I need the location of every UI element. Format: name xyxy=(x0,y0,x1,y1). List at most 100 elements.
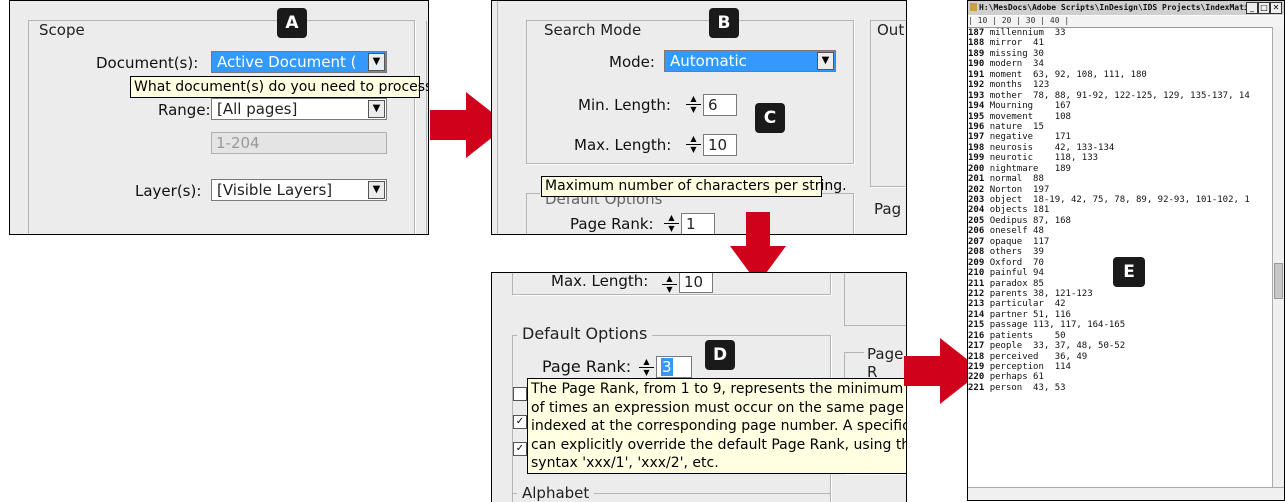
line-number: 212 xyxy=(968,288,985,299)
line-number: 216 xyxy=(968,330,985,341)
default-options-title: Default Options xyxy=(517,325,653,343)
line-text: modern 34 xyxy=(989,59,1044,70)
minimize-icon[interactable]: _ xyxy=(1246,2,1258,14)
scrollbar-thumb[interactable] xyxy=(1274,263,1283,299)
line-text: people 33, 37, 48, 50-52 xyxy=(989,341,1126,352)
chevron-down-icon[interactable]: ▼ xyxy=(817,52,834,70)
text-line: 188 mirror 41 xyxy=(968,38,1272,48)
pages-field: 1-204 xyxy=(211,132,387,154)
text-line: 194 Mourning 167 xyxy=(968,101,1272,111)
panel-search-mode: Search Mode Out Mode: Automatic ▼ Min. L… xyxy=(491,0,907,235)
line-number: 210 xyxy=(968,268,985,279)
scope-title: Scope xyxy=(34,21,90,39)
range-value: [All pages] xyxy=(217,100,298,118)
page-rank-stepper[interactable]: ▲ ▼ xyxy=(664,213,679,234)
range-label: Range: xyxy=(158,101,211,119)
mode-dropdown[interactable]: Automatic ▼ xyxy=(664,50,836,72)
text-line: 205 Oedipus 87, 168 xyxy=(968,216,1272,226)
line-text: mirror 41 xyxy=(989,38,1044,49)
line-number: 192 xyxy=(968,80,985,91)
page-rank-value: 3 xyxy=(661,358,673,376)
line-number: 218 xyxy=(968,351,985,362)
max-length-input[interactable]: 10 xyxy=(703,134,737,156)
line-text: patients 50 xyxy=(989,330,1066,341)
line-number: 208 xyxy=(968,247,985,258)
option-checkbox[interactable]: ✓ xyxy=(513,415,527,429)
text-line: 206 oneself 48 xyxy=(968,226,1272,236)
badge-d: D xyxy=(705,340,735,370)
mode-value: Automatic xyxy=(670,52,747,70)
document-dropdown[interactable]: Active Document ( ▼ xyxy=(211,51,387,73)
text-line: 217 people 33, 37, 48, 50-52 xyxy=(968,341,1272,351)
line-number: 193 xyxy=(968,90,985,101)
max-length-input[interactable]: 10 xyxy=(679,273,713,293)
line-text: months 123 xyxy=(989,80,1050,91)
line-text: objects 181 xyxy=(989,205,1050,216)
close-icon[interactable]: ✕ xyxy=(1270,2,1282,14)
text-line: 195 movement 108 xyxy=(968,112,1272,122)
line-text: moment 63, 92, 108, 111, 180 xyxy=(989,69,1147,80)
text-line: 207 opaque 117 xyxy=(968,237,1272,247)
text-line: 199 neurotic 118, 133 xyxy=(968,153,1272,163)
max-length-stepper[interactable]: ▲ ▼ xyxy=(686,134,701,156)
document-value: Active Document ( xyxy=(217,53,357,71)
text-lines[interactable]: 187 millennium 33 188 mirror 41 189 missin… xyxy=(968,28,1272,393)
line-number: 189 xyxy=(968,48,985,59)
text-line: 187 millennium 33 xyxy=(968,28,1272,38)
line-text: passage 113, 117, 164-165 xyxy=(989,320,1126,331)
line-number: 194 xyxy=(968,101,985,112)
chevron-down-icon[interactable]: ▼ xyxy=(368,181,385,199)
min-length-stepper[interactable]: ▲ ▼ xyxy=(686,94,701,116)
right-edge xyxy=(426,21,428,234)
text-line: 200 nightmare 189 xyxy=(968,164,1272,174)
text-line: 190 modern 34 xyxy=(968,59,1272,69)
line-number: 200 xyxy=(968,163,985,174)
line-number: 204 xyxy=(968,205,985,216)
left-edge xyxy=(497,1,500,234)
text-line: 202 Norton 197 xyxy=(968,185,1272,195)
text-line: 197 negative 171 xyxy=(968,132,1272,142)
line-number: 202 xyxy=(968,184,985,195)
line-text: Norton 197 xyxy=(989,184,1050,195)
option-checkbox[interactable] xyxy=(513,387,527,401)
line-text: painful 94 xyxy=(989,268,1044,279)
max-length-label: Max. Length: xyxy=(574,136,672,154)
max-length-tooltip: Maximum number of characters per string. xyxy=(541,176,847,197)
line-number: 203 xyxy=(968,195,985,205)
window-title: H:\MesDocs\Adobe Scripts\InDesign\IDS Pr… xyxy=(979,3,1284,12)
horizontal-scrollbar[interactable] xyxy=(968,487,1284,500)
option-checkbox[interactable]: ✓ xyxy=(513,442,527,456)
line-number: 199 xyxy=(968,153,985,164)
maximize-icon[interactable]: □ xyxy=(1258,2,1270,14)
line-number: 201 xyxy=(968,174,985,185)
chevron-down-icon[interactable]: ▼ xyxy=(368,53,385,71)
text-line: 221 person 43, 53 xyxy=(968,383,1272,393)
layer-value: [Visible Layers] xyxy=(217,181,333,199)
badge-c: C xyxy=(755,103,785,133)
min-length-input[interactable]: 6 xyxy=(703,94,737,116)
line-text: person 43, 53 xyxy=(989,382,1066,393)
line-text: Mourning 167 xyxy=(989,101,1071,112)
line-number: 221 xyxy=(968,382,985,393)
line-number: 213 xyxy=(968,299,985,310)
output-label: Out xyxy=(874,21,906,39)
line-number: 206 xyxy=(968,226,985,237)
line-text: neurotic 118, 133 xyxy=(989,153,1099,164)
text-line: 201 normal 88 xyxy=(968,174,1272,184)
text-line: 214 partner 51, 116 xyxy=(968,310,1272,320)
text-line: 203 object 18-19, 42, 75, 78, 89, 92-93,… xyxy=(968,195,1272,205)
panel-default-options: Max. Length: ▲ ▼ 10 Default Options Page … xyxy=(491,272,907,502)
layer-dropdown[interactable]: [Visible Layers] ▼ xyxy=(211,179,387,201)
chevron-down-icon[interactable]: ▼ xyxy=(368,100,385,118)
line-text: nature 15 xyxy=(989,121,1044,132)
vertical-scrollbar[interactable] xyxy=(1272,27,1284,488)
page-rank-stepper[interactable]: ▲ ▼ xyxy=(639,357,654,379)
badge-a: A xyxy=(277,8,307,38)
max-length-stepper[interactable]: ▲ ▼ xyxy=(662,274,677,296)
page-rank-input[interactable]: 3 xyxy=(656,356,692,378)
alphabet-title: Alphabet xyxy=(517,484,595,502)
range-dropdown[interactable]: [All pages] ▼ xyxy=(211,98,387,120)
line-text: normal 88 xyxy=(989,174,1044,185)
page-rank-input[interactable]: 1 xyxy=(681,213,715,234)
page-rank-label: Page Rank: xyxy=(542,357,632,376)
